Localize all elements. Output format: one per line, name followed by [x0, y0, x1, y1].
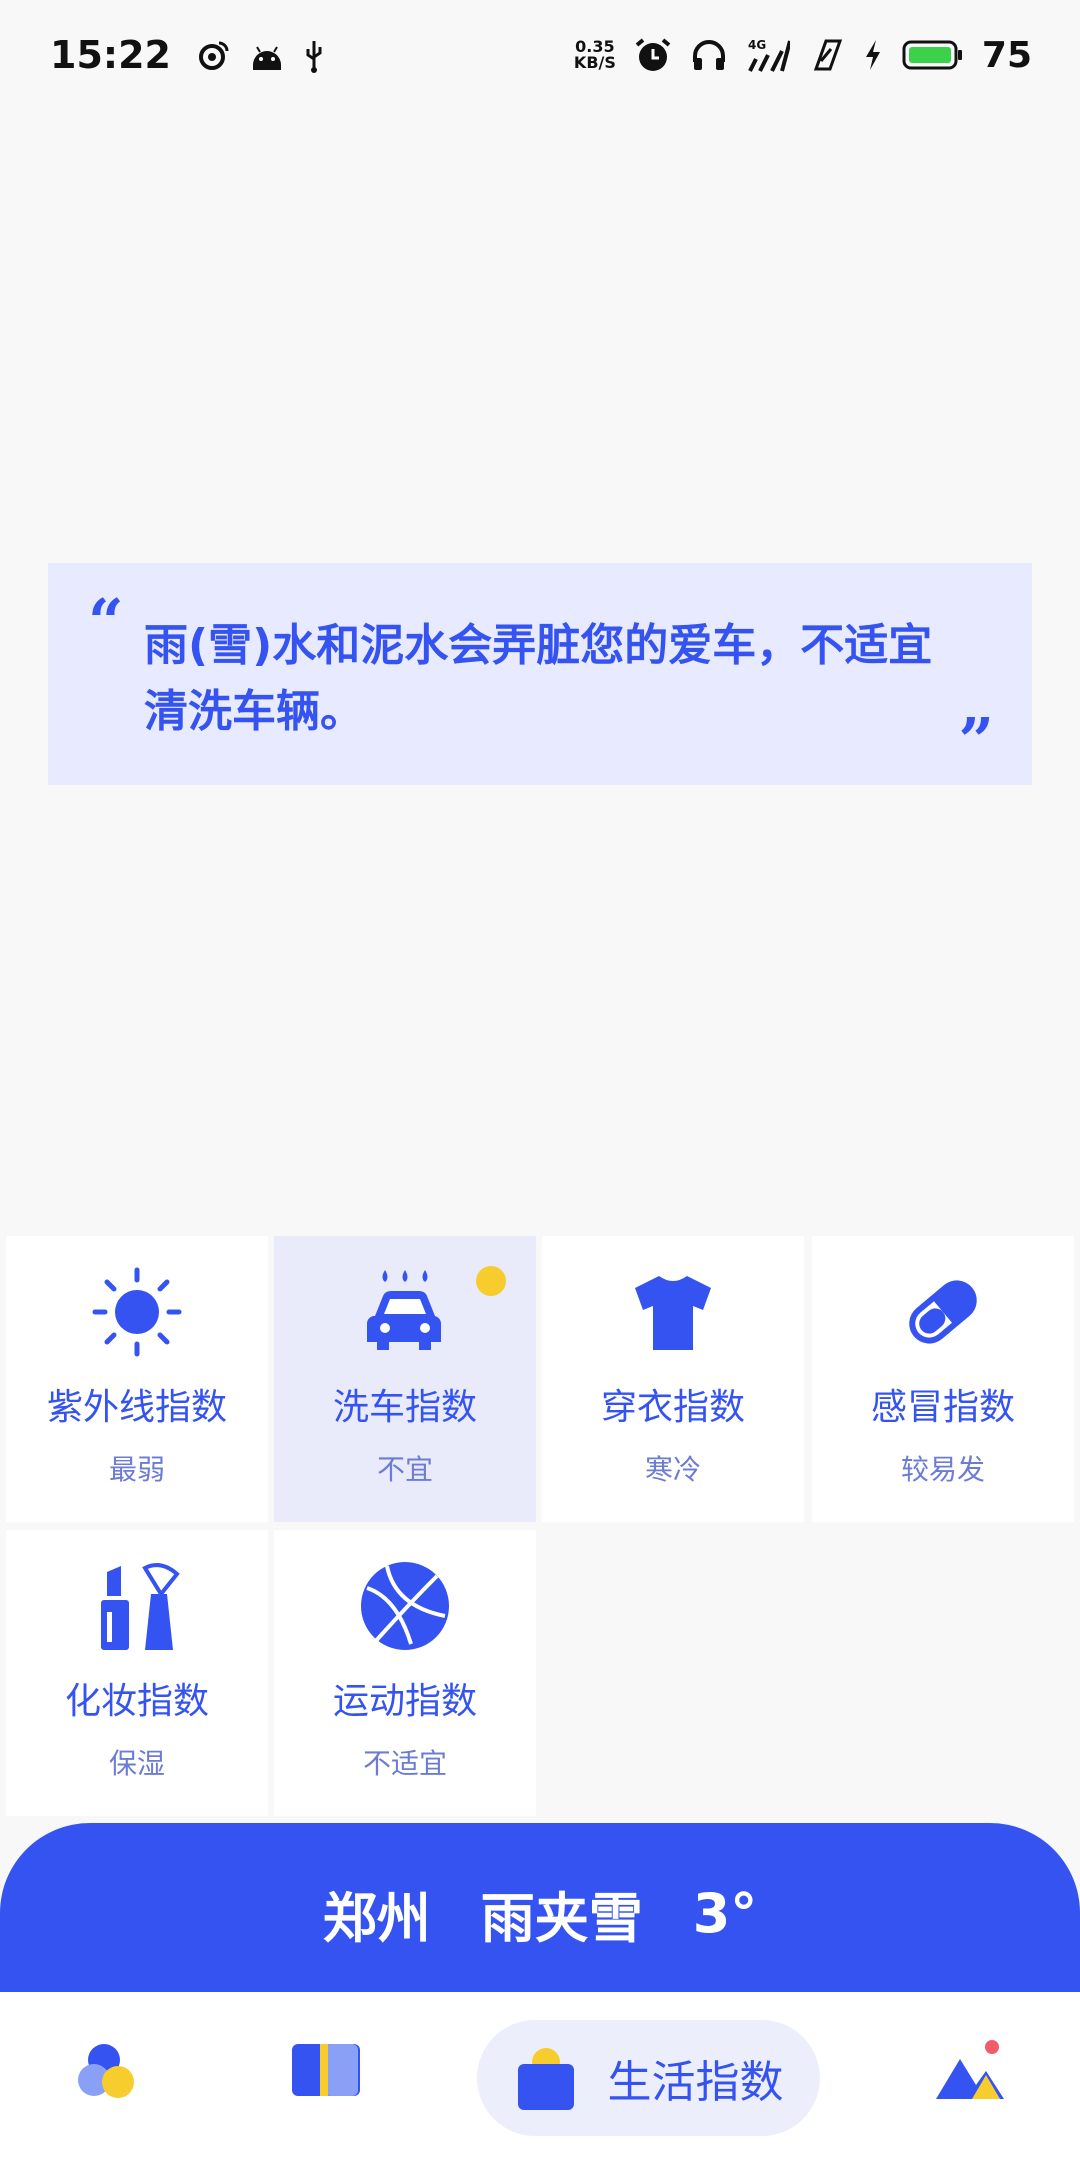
car-wash-icon	[355, 1262, 455, 1362]
battery-level: 75	[981, 34, 1032, 76]
tile-uv-index[interactable]: 紫外线指数 最弱	[6, 1236, 268, 1522]
status-bar: 15:22 0.35 KB/S 4G 75	[0, 0, 1080, 110]
tile-value: 最弱	[108, 1453, 165, 1486]
tile-sport-index[interactable]: 运动指数 不适宜	[274, 1530, 536, 1816]
signal-hd-icon	[808, 37, 844, 73]
quote-card: “ 雨(雪)水和泥水会弄脏您的爱车，不适宜清洗车辆。 ”	[48, 563, 1032, 785]
basketball-icon	[355, 1556, 455, 1656]
tshirt-icon	[623, 1262, 723, 1362]
active-dot	[476, 1266, 506, 1296]
status-time: 15:22	[50, 33, 171, 77]
tile-cold-index[interactable]: 感冒指数 较易发	[812, 1236, 1074, 1522]
usb-icon	[303, 37, 325, 73]
quote-close-mark: ”	[958, 703, 994, 777]
cards-icon	[290, 2040, 362, 2104]
android-icon	[249, 39, 285, 71]
alarm-icon	[634, 36, 672, 74]
tile-value: 不适宜	[362, 1747, 447, 1780]
net-speed: 0.35 KB/S	[574, 39, 616, 71]
nav-weather-tab[interactable]	[70, 2032, 150, 2112]
weibo-icon	[195, 37, 231, 73]
tile-name: 穿衣指数	[600, 1387, 745, 1428]
tile-name: 感冒指数	[870, 1387, 1015, 1428]
weather-temperature: 3°	[692, 1881, 758, 1945]
nav-discover-tab[interactable]	[930, 2032, 1010, 2112]
pill-icon	[893, 1262, 993, 1362]
weather-city: 郑州	[322, 1886, 431, 1950]
tile-car-wash-index[interactable]: 洗车指数 不宜	[274, 1236, 536, 1522]
signal-icon: 4G	[746, 37, 790, 73]
net-speed-unit: KB/S	[573, 53, 616, 72]
status-right: 0.35 KB/S 4G 75	[574, 35, 1032, 76]
tile-name: 紫外线指数	[46, 1387, 227, 1428]
nav-cards-tab[interactable]	[286, 2032, 366, 2112]
tile-name: 洗车指数	[332, 1387, 477, 1428]
tile-value: 较易发	[900, 1453, 985, 1486]
weather-condition: 雨夹雪	[480, 1886, 643, 1950]
charging-icon	[862, 38, 884, 72]
sun-icon	[87, 1262, 187, 1362]
nav-life-index-tab[interactable]: 生活指数	[477, 2020, 820, 2136]
bag-icon	[514, 2040, 578, 2116]
quote-text: 雨(雪)水和泥水会弄脏您的爱车，不适宜清洗车辆。	[144, 620, 933, 737]
tile-value: 寒冷	[644, 1453, 701, 1486]
bottom-nav: 生活指数	[0, 1992, 1080, 2160]
network-type: 4G	[748, 38, 766, 52]
quote-open-mark: “	[88, 585, 124, 658]
mountain-icon	[932, 2037, 1008, 2107]
tile-makeup-index[interactable]: 化妆指数 保湿	[6, 1530, 268, 1816]
tile-value: 不宜	[376, 1453, 433, 1486]
tile-name: 化妆指数	[64, 1681, 209, 1722]
makeup-icon	[87, 1556, 187, 1656]
headphones-icon	[690, 36, 728, 74]
nav-active-label: 生活指数	[607, 2057, 784, 2108]
circles-icon	[74, 2034, 146, 2110]
status-left: 15:22	[50, 33, 325, 77]
tile-name: 运动指数	[332, 1681, 477, 1722]
battery-icon	[902, 39, 964, 71]
weather-summary-bar[interactable]: 郑州 雨夹雪 3°	[0, 1823, 1080, 2003]
tile-value: 保湿	[108, 1747, 165, 1780]
tile-clothing-index[interactable]: 穿衣指数 寒冷	[542, 1236, 804, 1522]
